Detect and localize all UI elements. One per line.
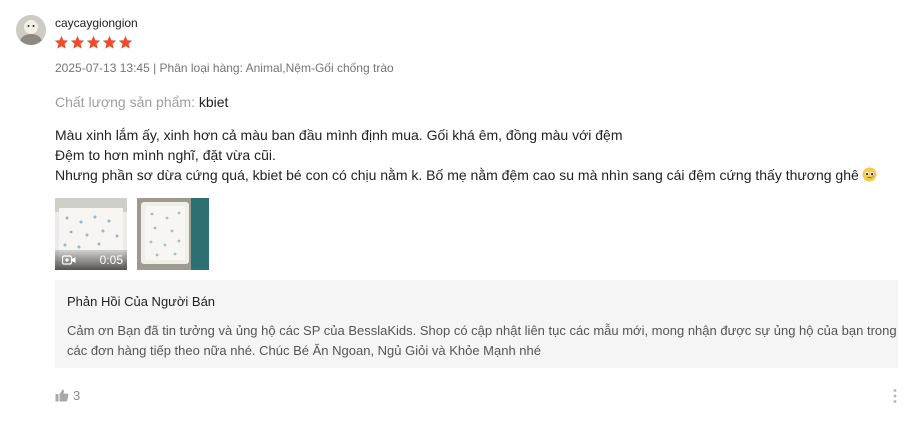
- seller-reply-text: Cảm ơn Bạn đã tin tưởng và ủng hộ các SP…: [67, 323, 897, 358]
- video-thumbnail[interactable]: 0:05: [55, 198, 127, 270]
- review-content: Màu xinh lắm ấy, xinh hơn cả màu ban đầu…: [55, 125, 877, 185]
- seller-reply-title: Phản Hồi Của Người Bán: [67, 294, 216, 309]
- review-meta: 2025-07-13 13:45 | Phân loại hàng: Anima…: [55, 61, 394, 75]
- seller-reply: Phản Hồi Của Người Bán Cảm ơn Bạn đã tin…: [55, 280, 898, 368]
- like-button[interactable]: 3: [55, 388, 80, 403]
- star-icon: [54, 35, 69, 49]
- star-icon: [102, 35, 117, 49]
- avatar[interactable]: [16, 15, 46, 45]
- photo-thumbnail[interactable]: [137, 198, 209, 270]
- thumbs-up-icon: [55, 389, 69, 402]
- quality-value: kbiet: [198, 94, 229, 110]
- video-duration: 0:05: [99, 253, 123, 267]
- pleading-face-icon: [862, 167, 877, 182]
- video-camera-icon: [62, 255, 76, 265]
- review-content-text: Nhưng phần sơ dừa cứng quá, kbiet bé con…: [55, 167, 859, 183]
- reviewer-username[interactable]: caycaygiongion: [55, 16, 138, 30]
- avatar-image: [16, 15, 46, 45]
- review-content-line: Nhưng phần sơ dừa cứng quá, kbiet bé con…: [55, 165, 877, 185]
- review-photo: [137, 198, 209, 270]
- like-count: 3: [73, 388, 81, 403]
- star-icon: [70, 35, 85, 49]
- video-info-bar: 0:05: [55, 250, 127, 270]
- quality-label: Chất lượng sản phẩm:: [55, 94, 195, 110]
- quality-row: Chất lượng sản phẩm: kbiet: [55, 94, 228, 110]
- rating-stars: [54, 35, 133, 50]
- review-content-line: Màu xinh lắm ấy, xinh hơn cả màu ban đầu…: [55, 127, 623, 143]
- more-options-icon[interactable]: [892, 388, 898, 404]
- review-content-line: Đệm to hơn mình nghĩ, đặt vừa cũi.: [55, 147, 276, 163]
- review-media: 0:05: [55, 198, 209, 270]
- star-icon: [86, 35, 101, 49]
- star-icon: [118, 35, 133, 49]
